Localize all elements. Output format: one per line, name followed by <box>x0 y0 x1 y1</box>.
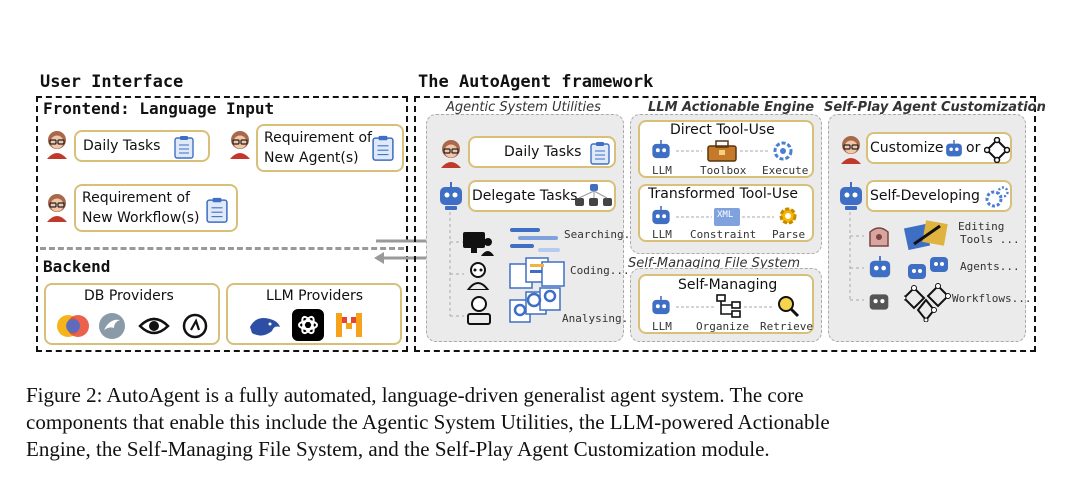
utilities-daily-tasks-label: Daily Tasks <box>504 144 582 160</box>
self-developing-card[interactable]: Self-Developing <box>866 180 1012 212</box>
deepseek-whale-icon <box>250 318 280 336</box>
caption-line-1: Figure 2: AutoAgent is a fully automated… <box>26 383 804 407</box>
direct-llm-label: LLM <box>652 164 672 177</box>
execute-label: Execute <box>762 164 809 177</box>
caption-line-2: components that enable this include the … <box>26 410 830 434</box>
user-person-icon <box>47 131 67 159</box>
file-llm-label: LLM <box>652 320 672 333</box>
clipboard-icon <box>206 197 228 223</box>
engine-title: LLM Actionable Engine <box>648 100 815 115</box>
self-managing-label: Self-Managing <box>678 277 778 293</box>
organize-label: Organize <box>696 320 749 333</box>
toolbox-label: Toolbox <box>700 164 747 177</box>
constraint-label: Constraint <box>690 228 757 241</box>
agent-robot-icon <box>869 256 891 278</box>
customization-tree-connector <box>849 212 864 301</box>
execute-gear-icon <box>773 141 793 161</box>
openai-logo-icon <box>292 309 324 341</box>
analyst-agent-icon <box>467 296 491 325</box>
db-circle-logo-icon <box>182 313 208 339</box>
utilities-tree-connector <box>449 212 464 317</box>
user-person-icon <box>47 194 67 222</box>
parse-label: Parse <box>772 228 806 241</box>
transformed-llm-label: LLM <box>652 228 672 241</box>
mysql-dolphin-icon <box>99 313 125 339</box>
llm-providers-card: LLM Providers <box>226 283 402 345</box>
workflow-diamond-icon <box>984 137 1010 163</box>
req-workflow-card[interactable]: Requirement of New Workflow(s) <box>74 184 238 232</box>
transformed-flow-arrows <box>676 216 774 218</box>
retrieve-magnifier-icon <box>778 296 800 318</box>
self-developing-label: Self-Developing <box>870 188 980 204</box>
retrieve-label: Retrieve <box>760 320 813 333</box>
workflow-robot-icon <box>869 294 889 310</box>
req-agent-card[interactable]: Requirement of New Agent(s) <box>256 124 404 172</box>
user-interface-title: User Interface <box>40 72 184 92</box>
analysis-files-icon <box>509 287 561 323</box>
web-agent-icon <box>463 232 494 256</box>
llm-providers-label: LLM Providers <box>266 288 364 304</box>
user-person-icon <box>230 131 250 159</box>
robot-icon <box>652 206 670 225</box>
customize-label: Customize <box>870 140 944 156</box>
req-workflow-line1: Requirement of <box>82 190 190 206</box>
robot-icon <box>946 140 962 157</box>
or-label: or <box>966 140 981 156</box>
req-agent-line1: Requirement of <box>264 130 372 146</box>
transformed-tool-use-label: Transformed Tool-Use <box>648 186 798 202</box>
req-workflow-line2: New Workflow(s) <box>82 210 200 226</box>
db-logo-icon <box>57 315 89 337</box>
agent-team-icon <box>575 184 612 206</box>
user-person-icon <box>441 140 461 168</box>
direct-tool-use-label: Direct Tool-Use <box>670 122 775 138</box>
backend-title: Backend <box>43 257 111 276</box>
robot-icon <box>440 182 462 210</box>
mistral-logo-icon <box>336 313 362 337</box>
robot-icon <box>652 140 670 159</box>
utilities-daily-tasks-card[interactable]: Daily Tasks <box>468 136 616 168</box>
daily-tasks-label: Daily Tasks <box>83 138 161 154</box>
daily-tasks-card[interactable]: Daily Tasks <box>74 130 210 162</box>
coder-agent-icon <box>466 262 490 290</box>
delegate-tasks-card[interactable]: Delegate Tasks <box>468 180 616 212</box>
editing-tools-line2: Tools ... <box>960 233 1020 246</box>
parse-gear-icon <box>779 207 797 225</box>
clipboard-icon <box>174 136 194 159</box>
direct-flow-arrows <box>676 150 770 152</box>
db-providers-label: DB Providers <box>84 288 174 304</box>
workflows-label: Workflows... <box>952 292 1032 305</box>
editing-tools-line1: Editing <box>958 220 1005 233</box>
frontend-title: Frontend: Language Input <box>43 99 275 118</box>
tool-bag-icon <box>869 227 889 247</box>
clipboard-icon <box>590 142 610 165</box>
gears-icon <box>985 186 1009 208</box>
db-providers-card: DB Providers <box>44 283 220 345</box>
agents-group-icon <box>908 257 948 279</box>
direct-tool-use-card[interactable]: Direct Tool-Use LLM Toolbox Execute <box>638 120 814 178</box>
framework-title: The AutoAgent framework <box>418 72 654 92</box>
eye-logo-icon <box>138 317 170 335</box>
clipboard-icon <box>372 135 394 161</box>
customization-title: Self-Play Agent Customization <box>824 100 1046 115</box>
caption-line-3: Engine, the Self-Managing File System, a… <box>26 437 770 461</box>
search-results-icon <box>510 228 560 252</box>
transformed-tool-use-card[interactable]: Transformed Tool-Use LLM XML Constraint … <box>638 184 814 242</box>
frontend-backend-divider <box>40 247 404 250</box>
customize-card[interactable]: Customize or <box>866 132 1012 164</box>
req-agent-line2: New Agent(s) <box>264 150 359 166</box>
user-person-icon <box>841 136 861 164</box>
file-flow-arrows <box>676 306 774 308</box>
self-managing-card[interactable]: Self-Managing LLM Organize Retrieve <box>638 274 814 334</box>
utilities-title: Agentic System Utilities <box>446 100 601 115</box>
coding-label: Coding... <box>570 264 630 277</box>
delegate-tasks-label: Delegate Tasks <box>472 188 578 204</box>
robot-icon <box>840 182 862 210</box>
robot-icon <box>652 296 670 315</box>
code-files-icon <box>509 257 565 289</box>
editing-tools-icon <box>904 220 948 250</box>
agents-label: Agents... <box>960 260 1020 273</box>
workflows-icon <box>904 283 951 322</box>
